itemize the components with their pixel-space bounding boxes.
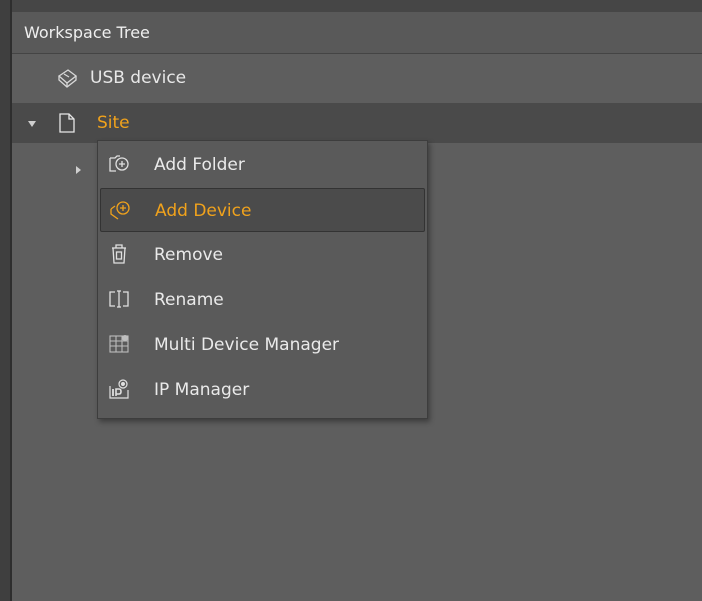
rename-icon [108, 288, 130, 310]
menu-item-remove[interactable]: Remove [100, 233, 425, 277]
menu-item-label: Remove [154, 245, 223, 265]
menu-item-label: Rename [154, 290, 224, 310]
menu-item-rename[interactable]: Rename [100, 278, 425, 322]
tree-item-site[interactable]: Site [12, 103, 702, 143]
menu-item-ip-manager[interactable]: IP Manager [100, 368, 425, 412]
window-left-border [0, 0, 10, 601]
menu-item-label: IP Manager [154, 380, 250, 400]
chevron-right-icon[interactable] [72, 164, 84, 176]
ip-manager-icon [108, 378, 130, 400]
menu-item-multi-device-manager[interactable]: Multi Device Manager [100, 323, 425, 367]
menu-item-add-folder[interactable]: Add Folder [100, 143, 425, 187]
menu-item-label: Add Folder [154, 155, 245, 175]
multi-device-manager-icon [108, 333, 130, 355]
tree-item-label: USB device [90, 68, 187, 88]
trash-icon [108, 243, 130, 265]
menu-item-label: Add Device [155, 201, 252, 221]
window-top-strip [12, 0, 702, 12]
context-menu: Add Folder Add Device Remove Rename Mult… [97, 140, 428, 419]
document-icon [58, 112, 78, 134]
chevron-down-icon[interactable] [26, 118, 38, 130]
add-device-icon [109, 199, 131, 221]
usb-device-icon [56, 67, 78, 89]
add-folder-icon [108, 153, 130, 175]
menu-item-add-device[interactable]: Add Device [100, 188, 425, 232]
menu-item-label: Multi Device Manager [154, 335, 340, 355]
panel-title: Workspace Tree [12, 12, 702, 54]
tree-item-label: Site [97, 113, 130, 133]
tree-item-usb-device[interactable]: USB device [12, 58, 702, 98]
